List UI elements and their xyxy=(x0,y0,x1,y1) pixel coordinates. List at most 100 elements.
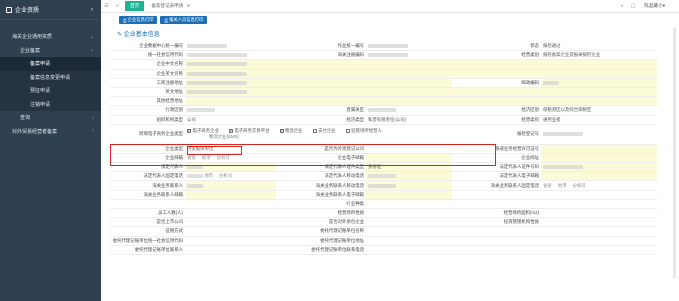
masked-value xyxy=(187,71,247,76)
sidebar-item-enterprise-record[interactable]: 企业备案 ⌄ xyxy=(0,44,101,58)
field-label: 法定代表人固定电话 xyxy=(143,173,183,179)
field-value: 公司 xyxy=(187,116,196,122)
district-select[interactable]: 分机号 xyxy=(573,183,586,189)
sidebar-item-cancel-apply[interactable]: 注销申请 xyxy=(0,97,101,111)
english-address-field[interactable] xyxy=(185,87,657,97)
form-row-cross-border-type: 跨境电子商务企业类型 电子商务企业 电子商务交易平台 物流企业 支付企业 监管场… xyxy=(110,125,657,145)
contact-mobile-field[interactable] xyxy=(366,181,452,190)
field-label: 行政区划 xyxy=(165,107,183,113)
form-row: 工商注册地址 邮政编码 xyxy=(110,78,657,88)
province-select[interactable]: 省份 xyxy=(543,183,552,189)
masked-value xyxy=(368,183,396,188)
field-label: 统一社会信用代码 xyxy=(147,52,183,58)
masked-value xyxy=(543,132,583,137)
contact-email2-field[interactable] xyxy=(366,190,452,199)
field-label: 委托代理记账单位统一社会信用代码 xyxy=(112,237,183,243)
field-label xyxy=(452,246,541,254)
field-label: 组织机构类型 xyxy=(156,116,183,122)
phone-select-group[interactable]: 地市 分机号 xyxy=(185,172,276,180)
legal-mobile-field[interactable] xyxy=(366,172,452,181)
user-menu[interactable]: 陈品藏小▾ xyxy=(644,3,665,9)
sidebar-item-pre-apply[interactable]: 预征申请 xyxy=(0,84,101,98)
menu-icon[interactable]: ☰ xyxy=(101,3,112,9)
tab-home[interactable]: 首页 xyxy=(125,1,145,11)
id-number-field[interactable] xyxy=(541,163,657,172)
field-label: 跨境电子商务企业类型 xyxy=(139,131,183,137)
sidebar-title: 企业资质 xyxy=(15,8,40,14)
scrollbar[interactable] xyxy=(673,28,676,278)
form-row: 委托代理记账单位统一社会信用代码 委托代理记账单位地址 xyxy=(110,237,657,246)
field-value xyxy=(541,237,657,245)
field-label: 企业英文名称 xyxy=(156,70,183,76)
double-left-icon[interactable]: « xyxy=(112,3,123,9)
listed-field[interactable] xyxy=(185,218,276,226)
sidebar-item-foreign-trade[interactable]: 对外贸易经营者备案 ‹ xyxy=(0,125,101,139)
agent-name-field[interactable] xyxy=(366,227,452,235)
checkbox-label: 电子商务交易平台 xyxy=(234,128,270,134)
double-right-icon[interactable]: » xyxy=(616,3,627,9)
contact-phone-group[interactable]: 省份 地市 分机号 xyxy=(541,181,657,189)
field-label: 员工人数(人) xyxy=(158,210,183,216)
checkbox-label: 支付企业 xyxy=(318,128,336,134)
contact-email-field[interactable] xyxy=(185,190,276,199)
agent-credit-code-field[interactable] xyxy=(185,237,276,245)
masked-value xyxy=(187,80,247,85)
legal-email-field[interactable] xyxy=(541,172,657,181)
checkbox-box xyxy=(312,129,317,134)
form-row: 英文地址 xyxy=(110,87,657,98)
premise-area-field[interactable] xyxy=(541,209,657,217)
postal-code-field[interactable] xyxy=(541,78,657,87)
masked-value xyxy=(187,62,247,67)
chevron-down-icon: ⌄ xyxy=(89,47,94,54)
print-enterprise-button[interactable]: ⎙ 企业信息打印 xyxy=(119,16,158,24)
expand-icon[interactable]: ▢ xyxy=(627,3,638,9)
field-label: 法定代表人电子邮箱 xyxy=(499,173,539,179)
express-license-field[interactable] xyxy=(541,144,657,153)
customs-contact-field[interactable] xyxy=(185,181,276,190)
agent-contact-field[interactable] xyxy=(185,246,276,254)
city-select[interactable]: 地市 xyxy=(204,173,213,179)
investment-field[interactable] xyxy=(541,218,657,226)
field-label: 委托代理记账单位名称 xyxy=(320,228,364,234)
company-name-cn-field[interactable] xyxy=(185,60,657,69)
industry-field[interactable] xyxy=(366,200,452,208)
field-label xyxy=(452,227,541,235)
field-label: 经济类型 xyxy=(346,116,364,122)
agent-address-field[interactable] xyxy=(366,237,452,245)
agent-phone-field[interactable] xyxy=(366,246,452,254)
field-label: 状态 xyxy=(530,43,539,49)
field-label: 英文地址 xyxy=(165,89,183,95)
sidebar-item-query[interactable]: 查询 ‹ xyxy=(0,111,101,125)
sidebar-item-customs-general[interactable]: 海关企业通用资质 ⌄ xyxy=(0,30,101,44)
close-icon[interactable]: ⊗ xyxy=(186,3,190,9)
employee-count-field[interactable] xyxy=(185,209,276,217)
field-value xyxy=(541,246,657,254)
form-row: 企业英文名称 xyxy=(110,69,657,79)
button-label: 报关人员信息打印 xyxy=(169,17,204,22)
contractor-field[interactable] xyxy=(366,218,452,226)
company-name-en-field[interactable] xyxy=(185,69,657,78)
premise-nature-field[interactable] xyxy=(366,209,452,217)
district-select[interactable]: 分机号 xyxy=(219,173,232,179)
field-label xyxy=(110,200,185,208)
website-field[interactable] xyxy=(541,153,657,163)
sidebar-item-label: 备案信息变更申请 xyxy=(30,74,71,81)
checkbox-logistics[interactable]: 物流企业 xyxy=(279,128,303,134)
city-select[interactable]: 地市 xyxy=(558,183,567,189)
checkbox-box xyxy=(187,128,191,134)
chevron-left-icon: ‹ xyxy=(92,128,94,135)
print-declarant-button[interactable]: ⎙ 报关人员信息打印 xyxy=(160,16,208,24)
checkbox-payment[interactable]: 支付企业 xyxy=(312,128,336,134)
field-value xyxy=(185,106,276,114)
sidebar-item-record-apply[interactable]: 备案申请 xyxy=(0,57,101,71)
sidebar-item-record-change[interactable]: 备案信息变更申请 xyxy=(0,70,101,84)
sidebar-header[interactable]: 企业资质 ‹ xyxy=(0,0,101,20)
tab-record-form[interactable]: 备案登记表申请 ⊗ xyxy=(146,1,195,11)
form-row: 企业中文名称 xyxy=(110,60,657,70)
checkbox-supervision-site[interactable]: 监管场所经营人 xyxy=(345,128,382,134)
registered-address-field[interactable] xyxy=(185,78,452,87)
other-address-field[interactable] xyxy=(185,97,657,106)
tax-method-field[interactable] xyxy=(185,227,276,235)
field-label: 邮政编码 xyxy=(521,79,539,85)
field-label: 投资管理机构性质 xyxy=(503,219,539,225)
